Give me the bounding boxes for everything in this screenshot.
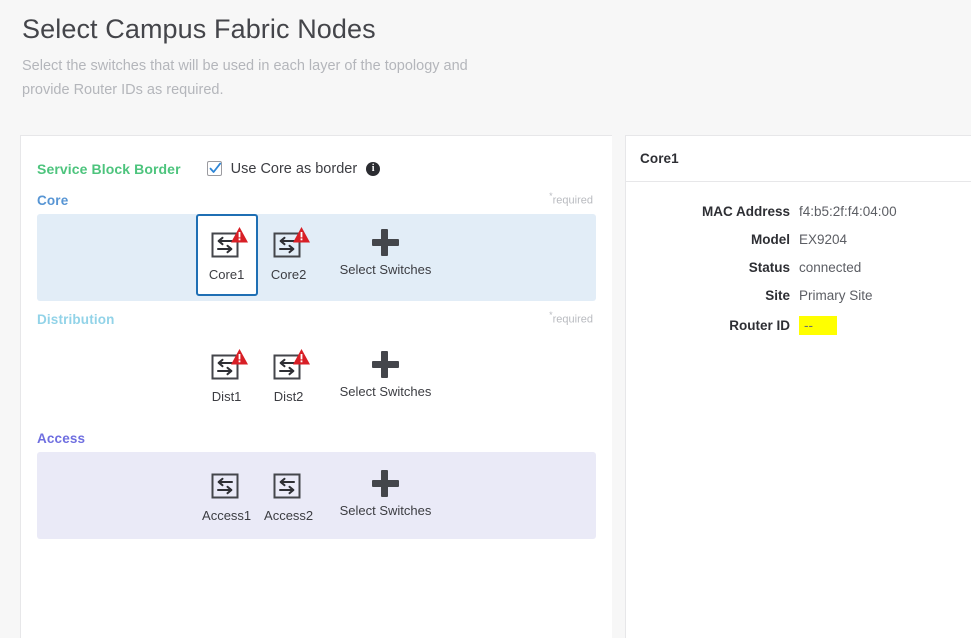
info-icon[interactable]: i xyxy=(366,162,380,176)
page-root: Select Campus Fabric Nodes Select the sw… xyxy=(0,0,971,638)
layer-section-core: Core *required Core1 Core2 Select Switches xyxy=(21,182,612,301)
switch-icon xyxy=(210,470,244,502)
use-core-as-border-checkbox[interactable]: Use Core as border i xyxy=(207,161,381,177)
page-header: Select Campus Fabric Nodes Select the sw… xyxy=(0,0,971,102)
node-core1[interactable]: Core1 xyxy=(196,214,258,296)
node-label: Dist2 xyxy=(274,389,304,404)
service-block-border-label: Service Block Border xyxy=(37,161,181,177)
node-icon-wrap xyxy=(272,470,306,502)
node-strip-distribution: Dist1 Dist2 Select Switches xyxy=(37,333,596,420)
switch-icon xyxy=(272,470,306,502)
layer-header: Core *required xyxy=(37,182,596,208)
detail-row: ModelEX9204 xyxy=(626,232,971,247)
detail-row: MAC Addressf4:b5:2f:f4:04:00 xyxy=(626,204,971,219)
detail-row: Router ID-- xyxy=(626,316,971,335)
detail-panel-header: Core1 xyxy=(626,136,971,182)
detail-key: Status xyxy=(626,260,799,275)
layer-section-distribution: Distribution *required Dist1 Dist2 Select Sw… xyxy=(21,301,612,420)
warning-triangle-icon xyxy=(230,348,249,366)
node-icon-wrap xyxy=(210,229,244,261)
node-detail-card: Core1 MAC Addressf4:b5:2f:f4:04:00ModelE… xyxy=(625,135,971,638)
plus-icon xyxy=(370,468,400,498)
detail-key: Model xyxy=(626,232,799,247)
node-row: Access1 Access2 Select Switches xyxy=(196,461,438,531)
plus-icon xyxy=(370,349,400,379)
checkmark-icon xyxy=(209,162,222,175)
service-block-border-row: Service Block Border Use Core as border … xyxy=(21,136,612,182)
layer-section-access: Access Access1 Access2 Select Switches xyxy=(21,420,612,539)
detail-key: Site xyxy=(626,288,799,303)
warning-triangle-icon xyxy=(292,348,311,366)
detail-panel-body: MAC Addressf4:b5:2f:f4:04:00ModelEX9204S… xyxy=(626,182,971,335)
layer-title-access: Access xyxy=(37,431,85,446)
node-strip-core: Core1 Core2 Select Switches xyxy=(37,214,596,301)
node-access1[interactable]: Access1 xyxy=(196,461,258,531)
node-label: Access1 xyxy=(202,508,251,523)
node-icon-wrap xyxy=(210,470,244,502)
select-switches-button-access[interactable]: Select Switches xyxy=(334,461,438,524)
content-area: Service Block Border Use Core as border … xyxy=(0,135,971,638)
detail-key: Router ID xyxy=(626,318,799,333)
required-note: *required xyxy=(549,191,593,208)
detail-key: MAC Address xyxy=(626,204,799,219)
node-icon-wrap xyxy=(272,229,306,261)
detail-value: connected xyxy=(799,260,861,275)
node-dist1[interactable]: Dist1 xyxy=(196,342,258,412)
detail-row: SitePrimary Site xyxy=(626,288,971,303)
node-access2[interactable]: Access2 xyxy=(258,461,320,531)
detail-value: Primary Site xyxy=(799,288,873,303)
node-label: Access2 xyxy=(264,508,313,523)
node-label: Core2 xyxy=(271,267,306,282)
select-switches-label: Select Switches xyxy=(340,384,432,399)
detail-panel-title: Core1 xyxy=(640,151,679,166)
node-label: Core1 xyxy=(209,267,244,282)
detail-value: f4:b5:2f:f4:04:00 xyxy=(799,204,897,219)
node-strip-access: Access1 Access2 Select Switches xyxy=(37,452,596,539)
warning-triangle-icon xyxy=(292,226,311,244)
required-note: *required xyxy=(549,310,593,327)
detail-row: Statusconnected xyxy=(626,260,971,275)
page-subtitle: Select the switches that will be used in… xyxy=(22,55,492,102)
node-icon-wrap xyxy=(210,351,244,383)
detail-value: EX9204 xyxy=(799,232,847,247)
node-icon-wrap xyxy=(272,351,306,383)
warning-triangle-icon xyxy=(230,226,249,244)
node-row: Dist1 Dist2 Select Switches xyxy=(196,342,438,412)
use-core-as-border-label: Use Core as border xyxy=(231,161,358,177)
layer-title-core: Core xyxy=(37,193,68,208)
select-switches-label: Select Switches xyxy=(340,503,432,518)
checkbox-box[interactable] xyxy=(207,161,222,176)
node-selection-card: Service Block Border Use Core as border … xyxy=(20,135,612,638)
node-label: Dist1 xyxy=(212,389,242,404)
select-switches-label: Select Switches xyxy=(340,262,432,277)
select-switches-button-distribution[interactable]: Select Switches xyxy=(334,342,438,405)
select-switches-button-core[interactable]: Select Switches xyxy=(334,220,438,283)
required-text: required xyxy=(553,195,593,207)
detail-value[interactable]: -- xyxy=(799,316,837,335)
layer-header: Distribution *required xyxy=(37,301,596,327)
node-core2[interactable]: Core2 xyxy=(258,220,320,290)
node-row: Core1 Core2 Select Switches xyxy=(196,220,438,296)
plus-icon xyxy=(370,227,400,257)
node-dist2[interactable]: Dist2 xyxy=(258,342,320,412)
layers-container: Core*requiredCore1Core2Select SwitchesDi… xyxy=(21,182,612,539)
layer-title-distribution: Distribution xyxy=(37,312,115,327)
required-text: required xyxy=(553,314,593,326)
page-title: Select Campus Fabric Nodes xyxy=(22,14,971,45)
layer-header: Access xyxy=(37,420,596,446)
